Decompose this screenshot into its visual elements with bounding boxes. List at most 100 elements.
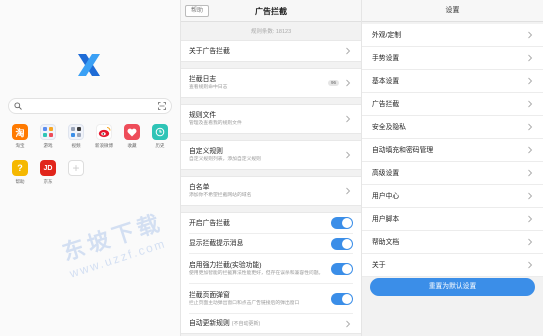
adblock-panel: 帮助 广告拦截 规则条数: 18123 关于广告拦截 拦截日志 查看规则命中日志… — [180, 0, 362, 336]
help-icon: ? — [12, 160, 28, 176]
app-shortcut-jd[interactable]: JD 京东 — [34, 160, 62, 185]
browser-home-panel: 淘 淘宝 游戏 视频 新浪微博 收藏 历史 ? 帮助 JD 京东 + — [0, 0, 180, 336]
item-desc: 使用更加智能的拦截算法性能更好，但存在误杀和兼容性问题。 — [189, 270, 324, 276]
settings-item-privacy[interactable]: 安全及隐私 — [362, 116, 543, 139]
strong-block-item: 启用强力拦截(实验功能) 使用更加智能的拦截算法性能更好，但存在误杀和兼容性问题… — [189, 253, 353, 283]
settings-item-about[interactable]: 关于 — [362, 254, 543, 277]
block-popup-toggle[interactable] — [331, 292, 353, 305]
settings-item-label: 自动填充和密码管理 — [372, 147, 434, 154]
add-icon: + — [68, 160, 84, 176]
item-title: 规则文件 — [189, 112, 217, 119]
app-grid-row-1: 淘 淘宝 游戏 视频 新浪微博 收藏 历史 — [6, 124, 174, 149]
show-block-message-toggle[interactable] — [331, 237, 353, 250]
app-shortcut-video[interactable]: 视频 — [62, 124, 90, 149]
add-shortcut-button[interactable]: + — [62, 160, 90, 185]
item-title: 白名单 — [189, 184, 210, 191]
game-icon — [40, 124, 56, 140]
chevron-right-icon — [528, 100, 533, 108]
settings-item-autofill[interactable]: 自动填充和密码管理 — [362, 139, 543, 162]
item-title: 自定义规则 — [189, 148, 223, 155]
chevron-right-icon — [346, 187, 351, 195]
chevron-right-icon — [528, 146, 533, 154]
app-label: 视频 — [71, 143, 81, 148]
app-shortcut-history[interactable]: 历史 — [146, 124, 174, 149]
chevron-right-icon — [528, 31, 533, 39]
item-desc: 添加你不希望拦截网站的域名 — [189, 193, 252, 198]
chevron-right-icon — [346, 47, 351, 55]
about-adblock-card: 关于广告拦截 — [181, 40, 361, 62]
settings-item-user-center[interactable]: 用户中心 — [362, 185, 543, 208]
clock-icon — [152, 124, 168, 140]
item-desc: 拦止页面主动弹出窗口和点击广告链接后的弹出窗口 — [189, 300, 300, 306]
settings-item-label: 外观/定制 — [372, 32, 402, 39]
chevron-right-icon — [346, 79, 351, 87]
item-desc: 查看规则命中日志 — [189, 85, 228, 90]
video-icon — [68, 124, 84, 140]
chevron-right-icon — [346, 151, 351, 159]
search-input[interactable] — [8, 98, 172, 114]
log-count-badge: 96 — [327, 80, 339, 86]
chevron-right-icon — [346, 320, 351, 327]
page-title: 广告拦截 — [255, 7, 287, 16]
settings-item-label: 用户脚本 — [372, 216, 400, 223]
settings-item-adblock[interactable]: 广告拦截 — [362, 93, 543, 116]
chevron-right-icon — [528, 261, 533, 269]
settings-item-user-scripts[interactable]: 用户脚本 — [362, 208, 543, 231]
jd-glyph: JD — [43, 164, 53, 172]
taobao-icon: 淘 — [12, 124, 28, 140]
settings-title: 设置 — [362, 0, 543, 22]
enable-adblock-toggle[interactable] — [331, 217, 353, 229]
custom-rules-card: 自定义规则 自定义规则列表，添加自定义规则 — [181, 140, 361, 170]
chevron-right-icon — [528, 54, 533, 62]
settings-item-help-docs[interactable]: 帮助文档 — [362, 231, 543, 254]
block-popup-item: 拦截页面弹窗 拦止页面主动弹出窗口和点击广告链接后的弹出窗口 — [189, 283, 353, 313]
scan-icon[interactable] — [158, 102, 166, 110]
whitelist-card: 白名单 添加你不希望拦截网站的域名 — [181, 176, 361, 206]
app-shortcut-weibo[interactable]: 新浪微博 — [90, 124, 118, 149]
item-title: 启用强力拦截(实验功能) — [189, 261, 262, 269]
jd-icon: JD — [40, 160, 56, 176]
help-glyph: ? — [17, 163, 23, 173]
settings-panel: 设置 外观/定制 手势设置 基本设置 广告拦截 安全及隐私 自动填充和密码管理 … — [362, 0, 543, 336]
app-shortcut-taobao[interactable]: 淘 淘宝 — [6, 124, 34, 149]
chevron-right-icon — [528, 215, 533, 223]
custom-rules-item[interactable]: 自定义规则 自定义规则列表，添加自定义规则 — [189, 141, 353, 169]
settings-item-appearance[interactable]: 外观/定制 — [362, 24, 543, 47]
strong-block-toggle[interactable] — [331, 262, 353, 275]
item-title: 显示拦截提示消息 — [189, 240, 244, 247]
settings-item-label: 基本设置 — [372, 78, 400, 85]
app-shortcut-game[interactable]: 游戏 — [34, 124, 62, 149]
adblock-header: 帮助 广告拦截 — [181, 0, 361, 22]
settings-item-advanced[interactable]: 高级设置 — [362, 162, 543, 185]
enable-adblock-item: 开启广告拦截 — [189, 213, 353, 233]
chevron-right-icon — [528, 169, 533, 177]
settings-list: 外观/定制 手势设置 基本设置 广告拦截 安全及隐私 自动填充和密码管理 高级设… — [362, 24, 543, 277]
app-shortcut-favorites[interactable]: 收藏 — [118, 124, 146, 149]
app-shortcut-help[interactable]: ? 帮助 — [6, 160, 34, 185]
reset-defaults-button[interactable]: 重置为默认设置 — [370, 278, 535, 296]
item-title: 自动更新规则 (不自动更新) — [189, 319, 339, 329]
x-browser-logo-icon — [78, 54, 100, 76]
rule-count: 规则条数: 18123 — [250, 29, 292, 35]
rules-file-item[interactable]: 规则文件 管理及查看我的规则文件 — [189, 105, 353, 133]
chevron-right-icon — [528, 77, 533, 85]
auto-update-rules-item[interactable]: 自动更新规则 (不自动更新) — [189, 313, 353, 333]
toggle-settings-card: 开启广告拦截 显示拦截提示消息 启用强力拦截(实验功能) 使用更加智能的拦截算法… — [181, 212, 361, 334]
settings-item-label: 用户中心 — [372, 193, 400, 200]
weibo-icon — [96, 124, 112, 140]
rules-file-card: 规则文件 管理及查看我的规则文件 — [181, 104, 361, 134]
block-log-item[interactable]: 拦截日志 查看规则命中日志 96 — [189, 69, 353, 97]
settings-item-label: 关于 — [372, 262, 386, 269]
app-label: 帮助 — [15, 179, 25, 184]
chevron-right-icon — [528, 238, 533, 246]
settings-item-gestures[interactable]: 手势设置 — [362, 47, 543, 70]
about-adblock-item[interactable]: 关于广告拦截 — [189, 41, 353, 61]
chevron-right-icon — [528, 192, 533, 200]
item-title: 开启广告拦截 — [189, 219, 230, 227]
settings-item-label: 广告拦截 — [372, 101, 400, 108]
settings-item-basic[interactable]: 基本设置 — [362, 70, 543, 93]
app-label: 新浪微博 — [95, 143, 113, 148]
heart-icon — [124, 124, 140, 140]
add-glyph: + — [72, 161, 80, 175]
whitelist-item[interactable]: 白名单 添加你不希望拦截网站的域名 — [189, 177, 353, 205]
